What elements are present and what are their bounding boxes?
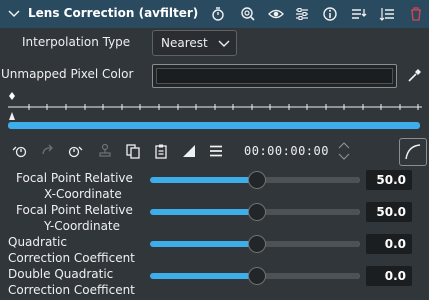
save-preset-icon[interactable]: [351, 6, 367, 22]
effect-title: Lens Correction (avfilter): [28, 6, 199, 20]
collapse-chevron-icon[interactable]: [6, 5, 22, 21]
stopwatch-icon[interactable]: [210, 6, 226, 22]
eye-icon[interactable]: [268, 6, 284, 22]
slider-handle-2[interactable]: [248, 235, 266, 253]
param-value-3[interactable]: 0.0: [366, 266, 412, 286]
slider-handle-3[interactable]: [248, 267, 266, 285]
menu-icon[interactable]: [208, 143, 224, 159]
delete-icon[interactable]: [408, 6, 424, 22]
next-keyframe-icon[interactable]: [67, 143, 83, 159]
chevron-down-icon: [218, 38, 230, 48]
curve-button[interactable]: [399, 138, 427, 166]
param-label-2: Quadratic Correction Coefficent: [8, 235, 135, 265]
stamp-icon: [97, 143, 113, 159]
timecode-display[interactable]: 00:00:00:00: [244, 144, 329, 158]
param-value-1[interactable]: 50.0: [366, 202, 412, 222]
paste-icon[interactable]: [153, 143, 169, 159]
zoom-icon[interactable]: [240, 6, 256, 22]
curve-icon: [405, 144, 421, 160]
param-label-0: Focal Point Relative X-Coordinate: [16, 171, 133, 201]
previous-keyframe-icon[interactable]: [12, 143, 28, 159]
param-label-1: Focal Point Relative Y-Coordinate: [16, 203, 133, 233]
interpolation-label: Interpolation Type: [22, 35, 131, 49]
timeline-position-bar[interactable]: [8, 122, 420, 129]
slider-handle-0[interactable]: [248, 171, 266, 189]
unmapped-color-label: Unmapped Pixel Color: [1, 67, 134, 81]
param-value-0[interactable]: 50.0: [366, 170, 412, 190]
slider-handle-1[interactable]: [248, 203, 266, 221]
settings-icon[interactable]: [294, 6, 310, 22]
interpolation-value: Nearest: [161, 36, 208, 50]
info-icon[interactable]: [322, 6, 338, 22]
redo-icon: [40, 143, 56, 159]
param-value-2[interactable]: 0.0: [366, 234, 412, 254]
spin-arrows-icon[interactable]: [338, 140, 350, 162]
copy-icon[interactable]: [125, 143, 141, 159]
param-label-3: Double Quadratic Correction Coefficent: [8, 267, 135, 297]
color-picker-icon[interactable]: [407, 67, 423, 83]
interpolation-select[interactable]: Nearest: [152, 30, 237, 56]
keyframe-timeline[interactable]: [8, 92, 422, 122]
collapse-icon[interactable]: [379, 6, 395, 22]
unmapped-color-field[interactable]: [152, 64, 397, 88]
ramp-icon[interactable]: [181, 143, 197, 159]
color-swatch: [156, 68, 393, 84]
